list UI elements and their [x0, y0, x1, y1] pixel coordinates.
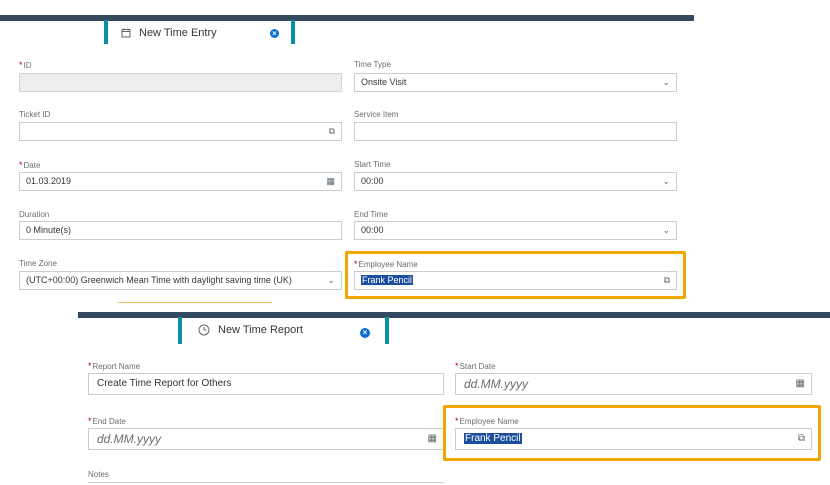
chevron-down-icon[interactable]: ⌄	[327, 272, 335, 289]
calendar-icon[interactable]: ▦	[796, 374, 805, 394]
report-header-bar	[78, 312, 830, 318]
end-time-select[interactable]: 00:00 ⌄	[354, 221, 677, 240]
time-type-select[interactable]: Onsite Visit ⌄	[354, 73, 677, 92]
time-zone-label: Time Zone	[19, 259, 57, 268]
close-icon[interactable]: ×	[360, 328, 370, 338]
time-zone-select[interactable]: (UTC+00:00) Greenwich Mean Time with day…	[19, 271, 342, 290]
calendar-icon[interactable]: ▦	[326, 173, 335, 190]
value-help-icon[interactable]: ⧉	[329, 123, 335, 140]
service-item-input[interactable]	[354, 122, 677, 141]
calendar-icon[interactable]: ▦	[428, 429, 437, 449]
time-entry-icon	[121, 28, 131, 38]
duration-input[interactable]: 0 Minute(s)	[19, 221, 342, 240]
start-date-input[interactable]: dd.MM.yyyy ▦	[455, 373, 812, 395]
report-name-label: *Report Name	[88, 361, 141, 371]
employee-name-label: *Employee Name	[455, 416, 519, 426]
entry-tab-right-accent	[291, 20, 295, 44]
notes-label: Notes	[88, 470, 109, 479]
tab-title: New Time Report	[218, 324, 303, 336]
date-label: *Date	[19, 160, 41, 170]
start-time-select[interactable]: 00:00 ⌄	[354, 172, 677, 191]
duration-label: Duration	[19, 210, 50, 219]
employee-name-input[interactable]: Frank Pencil ⧉	[455, 428, 812, 450]
value-help-icon[interactable]: ⧉	[798, 429, 805, 449]
id-field	[19, 73, 342, 92]
start-time-label: Start Time	[354, 160, 391, 169]
ticket-id-label: Ticket ID	[19, 110, 51, 119]
entry-tab-left-accent	[104, 20, 108, 44]
employee-name-input[interactable]: Frank Pencil ⧉	[354, 271, 677, 290]
start-date-label: *Start Date	[455, 361, 496, 371]
time-report-icon	[198, 324, 210, 336]
date-input[interactable]: 01.03.2019 ▦	[19, 172, 342, 191]
employee-name-label: *Employee Name	[354, 259, 418, 269]
chevron-down-icon[interactable]: ⌄	[662, 173, 670, 190]
report-tab-right-accent	[385, 317, 389, 344]
end-date-input[interactable]: dd.MM.yyyy ▦	[88, 428, 444, 450]
tab-title: New Time Entry	[139, 27, 217, 39]
divider-line	[118, 302, 272, 303]
chevron-down-icon[interactable]: ⌄	[662, 222, 670, 239]
tab-new-time-entry[interactable]: New Time Entry	[121, 27, 217, 39]
end-date-label: *End Date	[88, 416, 126, 426]
end-time-label: End Time	[354, 210, 388, 219]
tab-new-time-report[interactable]: New Time Report	[198, 324, 303, 336]
time-type-label: Time Type	[354, 60, 391, 69]
close-icon[interactable]: ×	[270, 29, 279, 38]
id-label: *ID	[19, 60, 32, 70]
report-tab-left-accent	[178, 317, 182, 344]
report-name-input[interactable]: Create Time Report for Others	[88, 373, 444, 395]
service-item-label: Service Item	[354, 110, 399, 119]
ticket-id-input[interactable]: ⧉	[19, 122, 342, 141]
value-help-icon[interactable]: ⧉	[664, 272, 670, 289]
chevron-down-icon[interactable]: ⌄	[662, 74, 670, 91]
